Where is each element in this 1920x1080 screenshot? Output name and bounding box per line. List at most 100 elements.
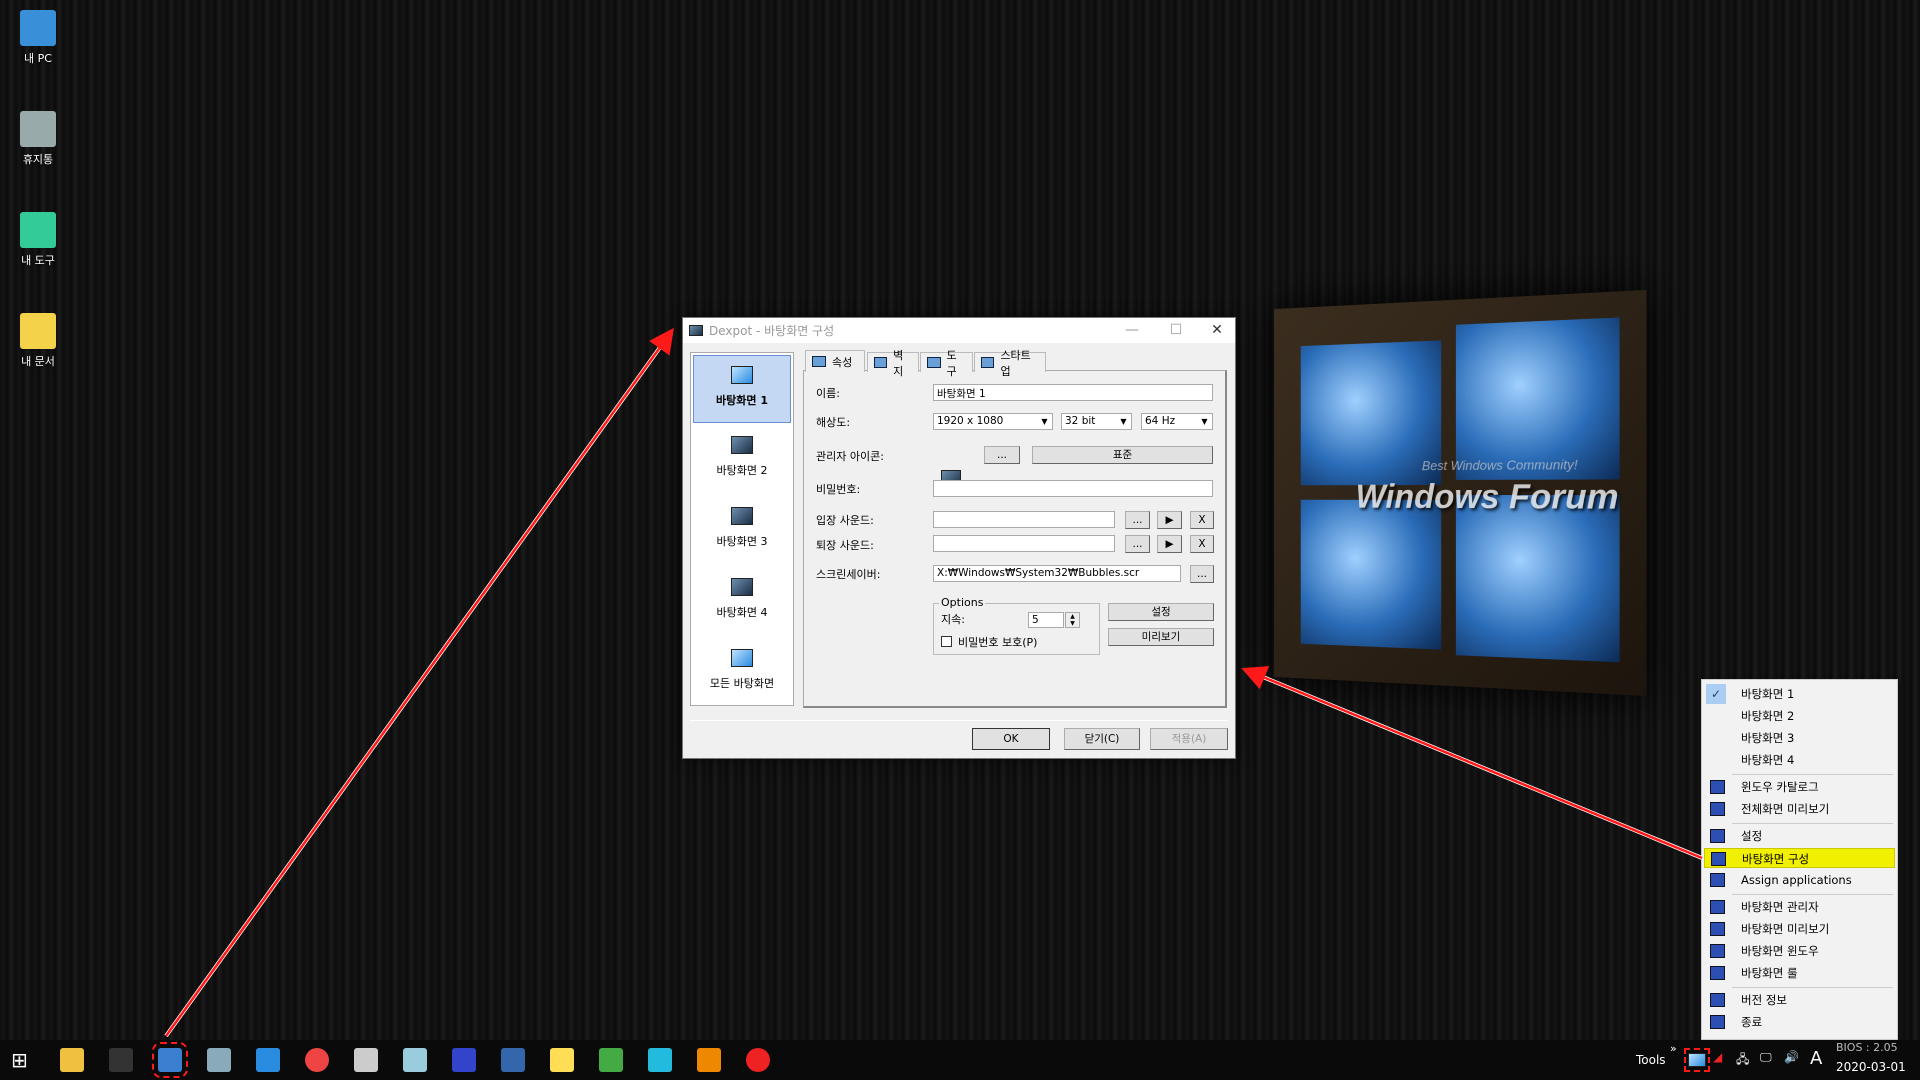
tab-0[interactable]: 속성 xyxy=(805,350,865,372)
clock-date[interactable]: 2020-03-01 xyxy=(1836,1060,1906,1074)
close-dialog-button[interactable]: 닫기(C) xyxy=(1064,728,1140,750)
scanner-icon[interactable] xyxy=(354,1048,378,1072)
duration-input[interactable]: 5 xyxy=(1028,612,1064,628)
new-file-icon[interactable] xyxy=(550,1048,574,1072)
tab-1[interactable]: 벽지 xyxy=(867,349,919,378)
menu-item[interactable]: 바탕화면 2 xyxy=(1704,706,1895,726)
menu-item[interactable]: 바탕화면 미리보기 xyxy=(1704,919,1895,939)
exit-sound-clear-button[interactable]: X xyxy=(1190,535,1214,553)
tray-app-icon[interactable]: ◢ xyxy=(1713,1050,1722,1064)
enter-sound-browse-button[interactable]: ... xyxy=(1125,511,1150,529)
desktop-list-item[interactable]: 바탕화면 4 xyxy=(693,568,791,636)
maximize-button[interactable]: ☐ xyxy=(1161,322,1191,338)
overflow-chevron[interactable]: » xyxy=(1670,1042,1677,1055)
menu-item[interactable]: 전체화면 미리보기 xyxy=(1704,799,1895,819)
menu-item[interactable]: 버전 정보 xyxy=(1704,990,1895,1010)
desktop-list-item[interactable]: 모든 바탕화면 xyxy=(693,639,791,707)
menu-item-label: 바탕화면 구성 xyxy=(1742,852,1810,866)
desktop-list-item[interactable]: 바탕화면 3 xyxy=(693,497,791,565)
menu-item[interactable]: 바탕화면 관리자 xyxy=(1704,897,1895,917)
name-input[interactable]: 바탕화면 1 xyxy=(933,384,1213,401)
dexpot-tray-icon[interactable] xyxy=(1684,1048,1710,1072)
desktop-list-item[interactable]: 바탕화면 2 xyxy=(693,426,791,494)
duration-spinner[interactable]: ▲ ▼ xyxy=(1065,612,1080,628)
exit-sound-play-button[interactable]: ▶ xyxy=(1157,535,1182,553)
desktop-icon[interactable]: 내 문서 xyxy=(8,313,68,369)
pixel-tool-icon[interactable] xyxy=(452,1048,476,1072)
minimize-button[interactable]: — xyxy=(1117,322,1147,338)
terminal-icon[interactable] xyxy=(109,1048,133,1072)
menu-item[interactable]: Assign applications xyxy=(1704,870,1895,890)
desktop-icon[interactable]: 내 도구 xyxy=(8,212,68,268)
name-label: 이름: xyxy=(816,387,840,400)
menu-item[interactable]: 바탕화면 3 xyxy=(1704,728,1895,748)
exit-sound-input[interactable] xyxy=(933,535,1115,552)
standard-button[interactable]: 표준 xyxy=(1032,446,1213,464)
ok-button[interactable]: OK xyxy=(972,728,1050,750)
menu-item-label: 바탕화면 4 xyxy=(1741,753,1795,767)
tab-3[interactable]: 스타트업 xyxy=(974,349,1046,378)
enter-sound-play-button[interactable]: ▶ xyxy=(1157,511,1182,529)
notepad-icon[interactable] xyxy=(403,1048,427,1072)
menu-item[interactable]: 윈도우 카탈로그 xyxy=(1704,777,1895,797)
color-depth-value: 32 bit xyxy=(1065,415,1096,427)
start-icon[interactable]: ⊞ xyxy=(11,1048,35,1072)
arrow-outline xyxy=(1245,668,1703,860)
menu-item[interactable]: 종료 xyxy=(1704,1012,1895,1032)
exit-icon xyxy=(1710,1015,1725,1029)
tools-icon[interactable] xyxy=(599,1048,623,1072)
screensaver-preview-button[interactable]: 미리보기 xyxy=(1108,628,1214,646)
password-protect-checkbox[interactable] xyxy=(941,636,952,647)
package-icon[interactable] xyxy=(697,1048,721,1072)
screensaver-settings-button[interactable]: 설정 xyxy=(1108,603,1214,621)
menu-item[interactable]: ✓ 바탕화면 1 xyxy=(1704,684,1895,704)
color-depth-select[interactable]: 32 bit ▼ xyxy=(1061,413,1132,430)
tools-toolbar-label[interactable]: Tools xyxy=(1636,1053,1666,1067)
enter-sound-clear-button[interactable]: X xyxy=(1190,511,1214,529)
screensaver-browse-button[interactable]: ... xyxy=(1190,565,1214,583)
monitor-icon xyxy=(731,436,753,454)
exit-sound-browse-button[interactable]: ... xyxy=(1125,535,1150,553)
menu-item[interactable]: 설정 xyxy=(1704,826,1895,846)
wallpaper-brand: Windows Forum xyxy=(1355,477,1619,518)
close-button[interactable]: ✕ xyxy=(1202,322,1232,338)
resolution-select[interactable]: 1920 x 1080 ▼ xyxy=(933,413,1053,430)
apply-button[interactable]: 적용(A) xyxy=(1150,728,1228,750)
desktop-list-label: 바탕화면 4 xyxy=(716,606,768,619)
desktop-icon-label: 내 PC xyxy=(24,52,52,65)
menu-item[interactable]: 바탕화면 룰 xyxy=(1704,963,1895,983)
save-icon[interactable] xyxy=(501,1048,525,1072)
network-icon[interactable]: 🖧 xyxy=(1736,1050,1749,1071)
desktop-icon[interactable]: 휴지통 xyxy=(8,111,68,167)
display-icon[interactable]: 🖵 xyxy=(1760,1050,1772,1065)
file-explorer-icon[interactable] xyxy=(60,1048,84,1072)
tab-2[interactable]: 도구 xyxy=(920,349,973,378)
refresh-rate-select[interactable]: 64 Hz ▼ xyxy=(1141,413,1213,430)
enter-sound-input[interactable] xyxy=(933,511,1115,528)
internet-explorer-icon[interactable] xyxy=(256,1048,280,1072)
menu-item-label: 바탕화면 3 xyxy=(1741,731,1795,745)
refresh-rate-value: 64 Hz xyxy=(1145,415,1176,427)
monitor-icon xyxy=(731,366,753,384)
ime-indicator[interactable]: A xyxy=(1810,1048,1822,1069)
chevron-down-icon: ▼ xyxy=(1041,417,1048,426)
power-icon[interactable] xyxy=(746,1048,770,1072)
preview-icon xyxy=(1710,922,1725,936)
screensaver-input[interactable]: X:₩Windows₩System32₩Bubbles.scr xyxy=(933,565,1181,582)
network-app-icon[interactable] xyxy=(648,1048,672,1072)
volume-icon[interactable]: 🔊 xyxy=(1784,1050,1799,1064)
dexpot-icon[interactable] xyxy=(152,1042,188,1078)
menu-item[interactable]: 바탕화면 구성 xyxy=(1704,848,1895,868)
menu-item[interactable]: 바탕화면 4 xyxy=(1704,750,1895,770)
password-input[interactable] xyxy=(933,480,1213,497)
admin-icon-browse-button[interactable]: ... xyxy=(984,446,1020,464)
monitor-icon[interactable] xyxy=(207,1048,231,1072)
wallpaper-logo: Best Windows Community! Windows Forum xyxy=(1273,289,1647,697)
chrome-icon[interactable] xyxy=(305,1048,329,1072)
tab-label: 속성 xyxy=(832,355,853,369)
desktop-icon[interactable]: 내 PC xyxy=(8,10,68,66)
clock-top-text: BIOS : 2.05 xyxy=(1836,1041,1898,1054)
menu-item[interactable]: 바탕화면 윈도우 xyxy=(1704,941,1895,961)
tab-label: 스타트업 xyxy=(1000,348,1031,378)
desktop-list-item[interactable]: 바탕화면 1 xyxy=(693,355,791,423)
